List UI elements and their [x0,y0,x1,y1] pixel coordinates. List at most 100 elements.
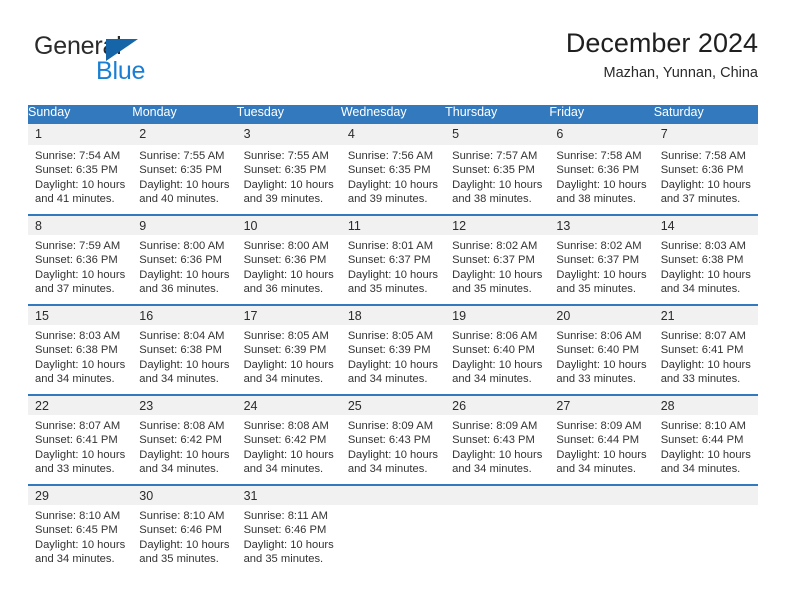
calendar-day-cell[interactable]: 26 Sunrise: 8:09 AM Sunset: 6:43 PM Dayligh… [445,394,550,484]
sunrise-time: Sunrise: 8:03 AM [660,240,746,252]
weekday-header-tuesday: Tuesday [236,105,341,124]
sunrise-time: Sunrise: 8:10 AM [139,510,225,522]
day-number: 11 [340,214,446,235]
sunrise-time: Sunrise: 8:03 AM [35,330,121,342]
calendar-day-cell[interactable]: 14 Sunrise: 8:03 AM Sunset: 6:38 PM Dayligh… [653,214,758,304]
sunrise-time: Sunrise: 8:06 AM [556,330,642,342]
daylight-duration-line1: Daylight: 10 hours [660,448,751,461]
calendar-day-cell[interactable]: 17 Sunrise: 8:05 AM Sunset: 6:39 PM Dayligh… [236,304,341,394]
calendar-week-row: 29 Sunrise: 8:10 AM Sunset: 6:45 PM Dayligh… [28,484,758,574]
calendar-day-cell[interactable]: 25 Sunrise: 8:09 AM Sunset: 6:43 PM Dayligh… [340,394,446,484]
day-number: 5 [445,124,550,145]
calendar-day-cell[interactable]: 3 Sunrise: 7:55 AM Sunset: 6:35 PM Daylight… [236,124,341,214]
calendar-week-row: 22 Sunrise: 8:07 AM Sunset: 6:41 PM Dayligh… [28,394,758,484]
day-number: 13 [549,214,654,235]
sunrise-time: Sunrise: 8:08 AM [243,420,329,432]
day-cell-inner: 8 Sunrise: 7:59 AM Sunset: 6:36 PM Daylight… [28,214,133,304]
day-cell-inner: 19 Sunrise: 8:06 AM Sunset: 6:40 PM Dayligh… [445,304,550,394]
calendar-week-row: 8 Sunrise: 7:59 AM Sunset: 6:36 PM Daylight… [28,214,758,304]
day-cell-inner: 9 Sunrise: 8:00 AM Sunset: 6:36 PM Daylight… [132,214,237,304]
calendar-day-cell[interactable]: 1 Sunrise: 7:54 AM Sunset: 6:35 PM Daylight… [28,124,133,214]
day-cell-inner: 10 Sunrise: 8:00 AM Sunset: 6:36 PM Dayligh… [236,214,341,304]
daylight-duration-line2: and 34 minutes. [139,372,219,385]
sunset-time: Sunset: 6:36 PM [243,254,327,267]
calendar-day-cell[interactable]: 23 Sunrise: 8:08 AM Sunset: 6:42 PM Dayligh… [132,394,237,484]
calendar-day-cell[interactable]: 21 Sunrise: 8:07 AM Sunset: 6:41 PM Dayligh… [653,304,758,394]
daylight-duration-line1: Daylight: 10 hours [347,268,439,281]
calendar-day-cell[interactable]: 15 Sunrise: 8:03 AM Sunset: 6:38 PM Dayligh… [28,304,133,394]
day-cell-inner: 24 Sunrise: 8:08 AM Sunset: 6:42 PM Dayligh… [236,394,341,484]
calendar-day-cell-empty [340,484,446,574]
calendar-day-cell[interactable]: 20 Sunrise: 8:06 AM Sunset: 6:40 PM Dayligh… [549,304,654,394]
day-cell-inner [340,484,446,574]
calendar-day-cell[interactable]: 10 Sunrise: 8:00 AM Sunset: 6:36 PM Dayligh… [236,214,341,304]
calendar-day-cell[interactable]: 28 Sunrise: 8:10 AM Sunset: 6:44 PM Dayligh… [653,394,758,484]
calendar-day-cell[interactable]: 27 Sunrise: 8:09 AM Sunset: 6:44 PM Dayligh… [549,394,654,484]
sunrise-time: Sunrise: 8:09 AM [347,420,434,432]
sunrise-time: Sunrise: 8:10 AM [660,420,746,432]
daylight-duration-line1: Daylight: 10 hours [35,178,126,191]
calendar-page: General Blue December 2024 Mazhan, Yunna… [0,0,792,612]
day-number: 25 [340,394,446,415]
day-details: Sunrise: 8:00 AM Sunset: 6:36 PM Daylight:… [237,235,341,296]
sunrise-time: Sunrise: 8:09 AM [556,420,642,432]
day-number: 2 [132,124,237,145]
sunrise-time: Sunrise: 7:56 AM [347,150,434,162]
calendar-day-cell[interactable]: 4 Sunrise: 7:56 AM Sunset: 6:35 PM Daylight… [340,124,446,214]
logo-text-blue: Blue [96,57,146,85]
daylight-duration-line1: Daylight: 10 hours [452,178,543,191]
calendar-day-cell[interactable]: 13 Sunrise: 8:02 AM Sunset: 6:37 PM Dayligh… [549,214,654,304]
calendar-day-cell[interactable]: 16 Sunrise: 8:04 AM Sunset: 6:38 PM Dayligh… [132,304,237,394]
weekday-header-friday: Friday [549,105,654,124]
calendar-body: 1 Sunrise: 7:54 AM Sunset: 6:35 PM Daylight… [28,124,758,574]
calendar-day-cell[interactable]: 2 Sunrise: 7:55 AM Sunset: 6:35 PM Daylight… [132,124,237,214]
day-cell-inner: 31 Sunrise: 8:11 AM Sunset: 6:46 PM Dayligh… [236,484,341,574]
sunrise-time: Sunrise: 8:10 AM [35,510,121,522]
day-number [653,484,758,505]
calendar-day-cell[interactable]: 31 Sunrise: 8:11 AM Sunset: 6:46 PM Dayligh… [236,484,341,574]
daylight-duration-line2: and 34 minutes. [660,462,741,475]
day-number: 31 [236,484,341,505]
day-details: Sunrise: 8:09 AM Sunset: 6:43 PM Daylight:… [341,415,445,476]
calendar-day-cell[interactable]: 18 Sunrise: 8:05 AM Sunset: 6:39 PM Dayligh… [340,304,446,394]
general-blue-logo[interactable]: General Blue [34,34,224,90]
calendar-day-cell[interactable]: 29 Sunrise: 8:10 AM Sunset: 6:45 PM Dayligh… [28,484,133,574]
day-cell-inner: 5 Sunrise: 7:57 AM Sunset: 6:35 PM Daylight… [445,124,550,214]
calendar-day-cell[interactable]: 7 Sunrise: 7:58 AM Sunset: 6:36 PM Daylight… [653,124,758,214]
day-details: Sunrise: 8:05 AM Sunset: 6:39 PM Daylight:… [341,325,445,386]
calendar-day-cell[interactable]: 8 Sunrise: 7:59 AM Sunset: 6:36 PM Daylight… [28,214,133,304]
daylight-duration-line1: Daylight: 10 hours [556,358,647,371]
day-number: 22 [28,394,133,415]
weekday-header-thursday: Thursday [445,105,550,124]
sunset-time: Sunset: 6:41 PM [660,344,744,357]
daylight-duration-line2: and 36 minutes. [139,282,219,295]
daylight-duration-line2: and 34 minutes. [243,372,324,385]
daylight-duration-line1: Daylight: 10 hours [35,268,126,281]
sunset-time: Sunset: 6:38 PM [139,344,222,357]
day-details: Sunrise: 8:08 AM Sunset: 6:42 PM Daylight:… [237,415,341,476]
day-number: 18 [340,304,446,325]
calendar-day-cell[interactable]: 30 Sunrise: 8:10 AM Sunset: 6:46 PM Dayligh… [132,484,237,574]
calendar-day-cell[interactable]: 11 Sunrise: 8:01 AM Sunset: 6:37 PM Dayligh… [340,214,446,304]
calendar-day-cell[interactable]: 19 Sunrise: 8:06 AM Sunset: 6:40 PM Dayligh… [445,304,550,394]
calendar-day-cell[interactable]: 22 Sunrise: 8:07 AM Sunset: 6:41 PM Dayligh… [28,394,133,484]
calendar-day-cell[interactable]: 24 Sunrise: 8:08 AM Sunset: 6:42 PM Dayligh… [236,394,341,484]
calendar-day-cell[interactable]: 12 Sunrise: 8:02 AM Sunset: 6:37 PM Dayligh… [445,214,550,304]
weekday-header-sunday: Sunday [28,105,133,124]
daylight-duration-line1: Daylight: 10 hours [139,178,230,191]
daylight-duration-line1: Daylight: 10 hours [556,448,647,461]
daylight-duration-line1: Daylight: 10 hours [243,178,334,191]
day-number: 14 [653,214,758,235]
sunset-time: Sunset: 6:38 PM [660,254,744,267]
sunrise-time: Sunrise: 7:59 AM [35,240,121,252]
weekday-header-row: Sunday Monday Tuesday Wednesday Thursday… [28,105,758,124]
sunrise-time: Sunrise: 8:00 AM [243,240,329,252]
day-number: 7 [653,124,758,145]
sunset-time: Sunset: 6:38 PM [35,344,118,357]
calendar-day-cell[interactable]: 9 Sunrise: 8:00 AM Sunset: 6:36 PM Daylight… [132,214,237,304]
day-details: Sunrise: 8:03 AM Sunset: 6:38 PM Daylight:… [654,235,758,296]
calendar-day-cell[interactable]: 5 Sunrise: 7:57 AM Sunset: 6:35 PM Daylight… [445,124,550,214]
calendar-day-cell[interactable]: 6 Sunrise: 7:58 AM Sunset: 6:36 PM Daylight… [549,124,654,214]
day-number: 6 [549,124,654,145]
day-cell-inner: 16 Sunrise: 8:04 AM Sunset: 6:38 PM Dayligh… [132,304,237,394]
